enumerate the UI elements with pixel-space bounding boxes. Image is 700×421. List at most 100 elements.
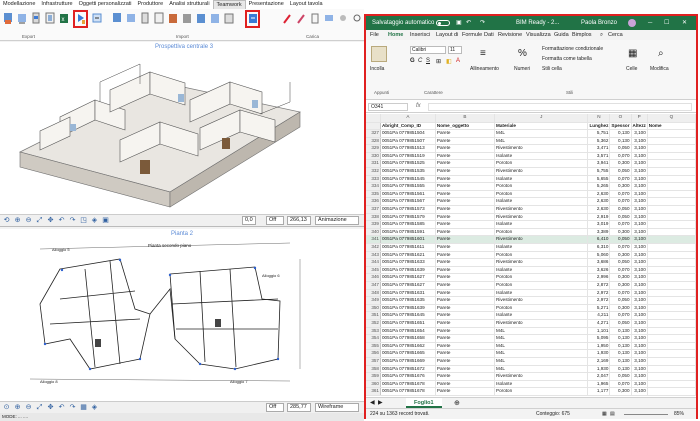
undo-view-icon[interactable]: ↶ — [57, 216, 66, 225]
table-cell[interactable]: 3,100 — [631, 220, 648, 229]
table-cell[interactable]: 0051Pa 0779851672 — [380, 365, 436, 374]
table-cell[interactable]: 3,100 — [631, 258, 648, 267]
table-cell[interactable] — [647, 334, 696, 343]
table-cell[interactable]: 6,410 — [587, 235, 611, 244]
table-cell[interactable]: 3,100 — [631, 182, 648, 191]
render-icon[interactable]: ▣ — [101, 216, 110, 225]
row-number[interactable] — [366, 122, 382, 131]
table-cell[interactable]: 0,050 — [609, 144, 632, 153]
plan-zoom-in-icon[interactable]: ⊕ — [13, 403, 22, 412]
table-cell[interactable] — [647, 205, 696, 214]
import-4-icon[interactable] — [154, 12, 164, 25]
menu-infrastrutture[interactable]: Infrastrutture — [38, 0, 75, 9]
table-cell[interactable]: 0051Pa 0779851601 — [380, 235, 436, 244]
table-cell[interactable]: 3,100 — [631, 137, 648, 146]
table-cell[interactable]: 0,050 — [609, 205, 632, 214]
table-cell[interactable]: 5,755 — [587, 167, 611, 176]
table-cell[interactable]: Parete — [435, 311, 496, 320]
table-cell[interactable] — [647, 372, 696, 381]
table-cell[interactable]: 0051Pa 0779851621 — [380, 251, 436, 260]
table-cell[interactable]: Rivestimento — [494, 372, 589, 381]
edit-icon[interactable]: ⌕ — [658, 48, 664, 59]
table-cell[interactable]: 1,930 — [587, 349, 611, 358]
table-cell[interactable]: 0051Pa 0779851662 — [380, 342, 436, 351]
table-cell[interactable]: Parete — [435, 190, 496, 199]
tab-layout[interactable]: Layout di — [436, 30, 458, 40]
table-cell[interactable]: Parete — [435, 243, 496, 252]
table-cell[interactable]: 3,100 — [631, 357, 648, 366]
table-cell[interactable] — [647, 159, 696, 169]
table-cell[interactable]: 3,100 — [631, 311, 648, 320]
table-cell[interactable]: Isolante — [494, 152, 589, 161]
table-cell[interactable]: 0,050 — [609, 213, 632, 222]
table-cell[interactable] — [647, 175, 696, 184]
table-cell[interactable]: 0051Pa 0779851567 — [380, 197, 436, 207]
table-cell[interactable]: 3,100 — [631, 205, 648, 214]
table-cell[interactable]: 3,100 — [631, 190, 648, 199]
alignment-label[interactable]: Allineamento — [470, 66, 499, 72]
tab-visualizza[interactable]: Visualizza — [526, 30, 551, 40]
font-color-icon[interactable]: A — [456, 58, 460, 64]
close-icon[interactable]: ✕ — [682, 16, 687, 30]
table-cell[interactable]: Parete — [435, 281, 496, 290]
table-cell[interactable]: 0051Pa 0779851669 — [380, 357, 436, 366]
tab-guida[interactable]: Guida — [554, 30, 569, 40]
table-cell[interactable]: 0051Pa 0779851579 — [380, 213, 436, 222]
table-cell[interactable]: 0051Pa 0779851654 — [380, 327, 436, 336]
row-number[interactable]: 329 — [366, 144, 382, 153]
table-cell[interactable]: 3,100 — [631, 235, 648, 244]
table-cell[interactable]: 0,070 — [609, 197, 632, 207]
table-cell[interactable]: Parete — [435, 342, 496, 351]
table-cell[interactable]: M4L — [494, 342, 589, 351]
row-number[interactable]: 361 — [366, 387, 382, 396]
table-cell[interactable]: 0051Pa 0779851658 — [380, 334, 436, 343]
table-cell[interactable]: 0,070 — [609, 289, 632, 298]
table-cell[interactable]: Parete — [435, 387, 496, 396]
table-cell[interactable]: 0,300 — [609, 228, 632, 237]
table-cell[interactable]: 0,300 — [609, 159, 632, 169]
table-cell[interactable] — [647, 220, 696, 229]
table-cell[interactable]: Parete — [435, 372, 496, 381]
table-cell[interactable]: Parete — [435, 349, 496, 358]
header-cell[interactable]: Spessor — [609, 122, 632, 131]
header-cell[interactable]: Nome — [647, 122, 696, 131]
table-cell[interactable]: 3,389 — [587, 228, 611, 237]
column-header[interactable]: J — [494, 114, 589, 123]
plan-select-icon[interactable]: ⊙ — [2, 403, 11, 412]
table-cell[interactable]: Poroton — [494, 251, 589, 260]
table-cell[interactable]: 0,300 — [609, 387, 632, 396]
column-header[interactable]: Q — [647, 114, 696, 123]
row-number[interactable]: 343 — [366, 251, 382, 260]
table-cell[interactable]: 3,100 — [631, 197, 648, 207]
table-cell[interactable] — [647, 213, 696, 222]
table-cell[interactable]: 0,070 — [609, 175, 632, 184]
view2d-layer-field[interactable]: Off — [266, 403, 284, 412]
row-number[interactable]: 340 — [366, 228, 382, 237]
table-cell[interactable]: 0,130 — [609, 365, 632, 374]
table-cell[interactable]: 2,630 — [587, 197, 611, 207]
table-cell[interactable]: 0051Pa 0779851535 — [380, 167, 436, 176]
table-cell[interactable] — [647, 190, 696, 199]
view2d-scale-field[interactable]: 285,77 — [287, 403, 311, 412]
table-cell[interactable]: Parete — [435, 152, 496, 161]
header-cell[interactable]: Lunghez — [587, 122, 611, 131]
table-cell[interactable]: M4L — [494, 357, 589, 366]
table-cell[interactable]: 0,050 — [609, 372, 632, 381]
table-cell[interactable]: Parete — [435, 273, 496, 282]
bold-icon[interactable]: G — [410, 58, 415, 64]
row-number[interactable]: 350 — [366, 304, 382, 313]
import-7-icon[interactable] — [196, 12, 206, 25]
column-header[interactable]: P — [631, 114, 648, 123]
import-6-icon[interactable] — [182, 12, 192, 25]
row-number[interactable]: 352 — [366, 319, 382, 328]
row-number[interactable]: 344 — [366, 258, 382, 267]
table-cell[interactable]: 0051Pa 0779851627 — [380, 281, 436, 290]
zoom-slider[interactable] — [624, 414, 668, 415]
plan-2d-view[interactable]: Pianta 2 Pianta secondo piano Alloggio 5… — [0, 229, 364, 413]
tab-inserisci[interactable]: Inserisci — [410, 30, 430, 40]
table-cell[interactable]: Parete — [435, 334, 496, 343]
sheet-tab-foglio1[interactable]: Foglio1 — [406, 398, 442, 408]
table-cell[interactable]: 3,941 — [587, 159, 611, 169]
export-ifc-icon[interactable] — [3, 12, 13, 25]
import-2-icon[interactable] — [126, 12, 136, 25]
